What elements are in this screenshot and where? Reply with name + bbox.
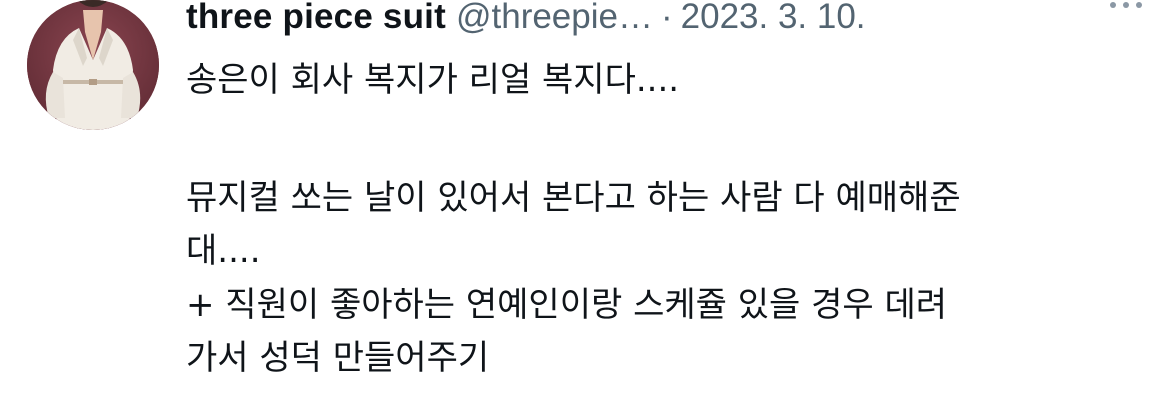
tweet[interactable]: three piece suit @threepie… · 2023. 3. 10. … xyxy=(0,0,1170,416)
tweet-text-line: 가서 성덕 만들어주기 xyxy=(186,338,490,378)
paragraph-break xyxy=(186,108,1146,172)
display-name[interactable]: three piece suit xyxy=(186,0,446,36)
tweet-text-line: 송은이 회사 복지가 리얼 복지다.... xyxy=(186,60,680,100)
tweet-date[interactable]: 2023. 3. 10. xyxy=(681,0,866,36)
avatar[interactable] xyxy=(27,0,159,130)
separator-dot: · xyxy=(660,0,673,36)
more-horizontal-icon[interactable] xyxy=(1110,2,1142,8)
tweet-header: three piece suit @threepie… · 2023. 3. 10. xyxy=(186,0,1150,44)
more-dot xyxy=(1136,2,1142,8)
more-dot xyxy=(1110,2,1116,8)
tweet-text-line: 대.... xyxy=(186,231,261,271)
more-dot xyxy=(1123,2,1129,8)
tweet-text-line: 뮤지컬 쏘는 날이 있어서 본다고 하는 사람 다 예매해준 xyxy=(186,177,961,218)
tweet-text-line: + 직원이 좋아하는 연예인이랑 스케쥴 있을 경우 데려 xyxy=(186,284,948,325)
user-handle[interactable]: @threepie… xyxy=(456,0,653,36)
tweet-text: 송은이 회사 복지가 리얼 복지다.... 뮤지컬 쏘는 날이 있어서 본다고 … xyxy=(186,54,1146,386)
profile-avatar xyxy=(27,0,159,130)
